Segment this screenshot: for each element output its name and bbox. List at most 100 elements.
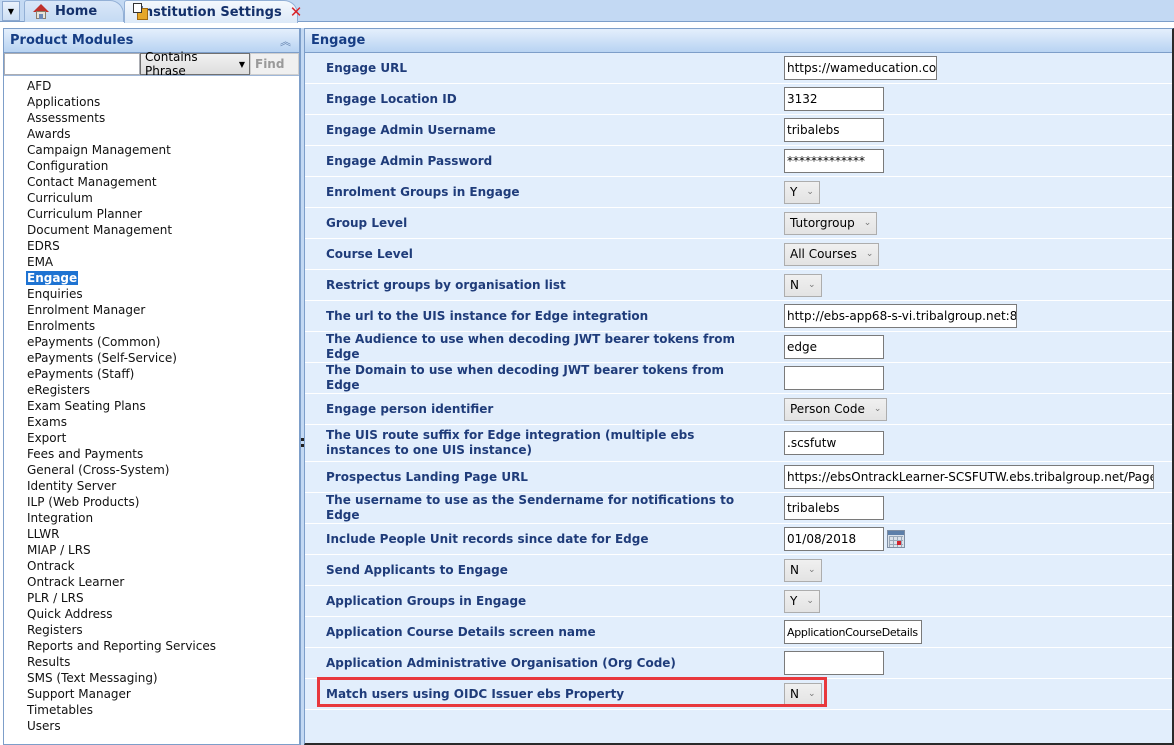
module-item-configuration[interactable]: Configuration <box>4 158 299 174</box>
module-item-integration[interactable]: Integration <box>4 510 299 526</box>
module-item-label: Registers <box>27 623 83 637</box>
module-item-llwr[interactable]: LLWR <box>4 526 299 542</box>
engage-person-identifier-dropdown[interactable]: Person Code ⌄ <box>784 397 888 421</box>
setting-label: Engage Admin Username <box>326 122 496 137</box>
module-item-ema[interactable]: EMA <box>4 254 299 270</box>
module-item-awards[interactable]: Awards <box>4 126 299 142</box>
module-item-applications[interactable]: Applications <box>4 94 299 110</box>
module-item-quick-address[interactable]: Quick Address <box>4 606 299 622</box>
setting-control: https://ebsOntrackLearner-SCSFUTW.ebs.tr… <box>784 465 1154 489</box>
module-item-enrolment-manager[interactable]: Enrolment Manager <box>4 302 299 318</box>
module-item-engage[interactable]: Engage <box>4 270 299 286</box>
module-item-afd[interactable]: AFD <box>4 78 299 94</box>
module-item-campaign-management[interactable]: Campaign Management <box>4 142 299 158</box>
include-people-unit-records-since-date-f-date-field[interactable]: 01/08/2018 <box>784 527 884 551</box>
module-item-timetables[interactable]: Timetables <box>4 702 299 718</box>
module-item-reports-and-reporting-services[interactable]: Reports and Reporting Services <box>4 638 299 654</box>
send-applicants-to-engage-dropdown[interactable]: N ⌄ <box>784 558 822 582</box>
module-item-contact-management[interactable]: Contact Management <box>4 174 299 190</box>
engage-settings-header: Engage <box>305 29 1172 53</box>
enrolment-groups-in-engage-dropdown[interactable]: Y ⌄ <box>784 180 820 204</box>
the-audience-to-use-when-decoding-jwt-be-text-field[interactable]: edge <box>784 335 884 359</box>
dropdown-value: Person Code <box>790 402 865 416</box>
prospectus-landing-page-url-text-field[interactable]: https://ebsOntrackLearner-SCSFUTW.ebs.tr… <box>784 465 1154 489</box>
setting-label: Send Applicants to Engage <box>326 562 508 577</box>
setting-control: N ⌄ <box>784 682 822 706</box>
module-item-export[interactable]: Export <box>4 430 299 446</box>
module-item-enrolments[interactable]: Enrolments <box>4 318 299 334</box>
calendar-icon[interactable] <box>887 530 905 548</box>
setting-label: Engage URL <box>326 60 407 75</box>
module-item-label: ePayments (Self-Service) <box>27 351 177 365</box>
module-item-ilp-web-products[interactable]: ILP (Web Products) <box>4 494 299 510</box>
module-item-label: Engage <box>26 271 79 285</box>
setting-label: The Audience to use when decoding JWT be… <box>326 332 736 361</box>
module-item-users[interactable]: Users <box>4 718 299 734</box>
setting-control: 3132 <box>784 87 884 111</box>
course-level-dropdown[interactable]: All Courses ⌄ <box>784 242 880 266</box>
setting-control: .scsfutw <box>784 431 884 455</box>
collapse-chevrons-icon[interactable]: ︽ <box>280 33 291 49</box>
module-item-exams[interactable]: Exams <box>4 414 299 430</box>
module-item-curriculum-planner[interactable]: Curriculum Planner <box>4 206 299 222</box>
module-item-epayments-self-service[interactable]: ePayments (Self-Service) <box>4 350 299 366</box>
tab-institution-settings[interactable]: Institution Settings ✕ <box>124 0 302 23</box>
module-item-ontrack-learner[interactable]: Ontrack Learner <box>4 574 299 590</box>
module-item-plr-lrs[interactable]: PLR / LRS <box>4 590 299 606</box>
module-search-input[interactable] <box>4 53 140 75</box>
match-mode-select[interactable]: Contains Phrase ▼ <box>140 50 250 78</box>
module-item-exam-seating-plans[interactable]: Exam Seating Plans <box>4 398 299 414</box>
setting-control: N ⌄ <box>784 273 822 297</box>
module-item-identity-server[interactable]: Identity Server <box>4 478 299 494</box>
module-item-registers[interactable]: Registers <box>4 622 299 638</box>
module-item-miap-lrs[interactable]: MIAP / LRS <box>4 542 299 558</box>
setting-control: http://ebs-app68-s-vi.tribalgroup.net:80… <box>784 304 1017 328</box>
chevron-down-icon: ⌄ <box>873 404 882 414</box>
the-uis-route-suffix-for-edge-integratio-text-field[interactable]: .scsfutw <box>784 431 884 455</box>
tab-home[interactable]: Home <box>24 0 124 22</box>
engage-admin-password-password-field[interactable]: ************* <box>784 149 884 173</box>
application-groups-in-engage-dropdown[interactable]: Y ⌄ <box>784 589 820 613</box>
module-item-sms-text-messaging[interactable]: SMS (Text Messaging) <box>4 670 299 686</box>
setting-control: ************* <box>784 149 884 173</box>
section-title: Engage <box>311 33 366 48</box>
restrict-groups-by-organisation-list-dropdown[interactable]: N ⌄ <box>784 273 822 297</box>
module-item-curriculum[interactable]: Curriculum <box>4 190 299 206</box>
chevron-down-icon: ⌄ <box>806 187 814 197</box>
module-item-label: Curriculum Planner <box>27 207 143 221</box>
chevron-down-icon: ⌄ <box>865 249 874 259</box>
module-item-document-management[interactable]: Document Management <box>4 222 299 238</box>
the-domain-to-use-when-decoding-jwt-bear-text-field[interactable] <box>784 366 884 390</box>
module-item-eregisters[interactable]: eRegisters <box>4 382 299 398</box>
the-url-to-the-uis-instance-for-edge-int-text-field[interactable]: http://ebs-app68-s-vi.tribalgroup.net:80… <box>784 304 1017 328</box>
module-item-label: AFD <box>27 79 52 93</box>
group-level-dropdown[interactable]: Tutorgroup ⌄ <box>784 211 878 235</box>
module-item-epayments-staff[interactable]: ePayments (Staff) <box>4 366 299 382</box>
engage-url-text-field[interactable]: https://wameducation.com/ <box>784 56 937 80</box>
module-item-label: ILP (Web Products) <box>27 495 140 509</box>
setting-label: The username to use as the Sendername fo… <box>326 493 735 522</box>
module-item-epayments-common[interactable]: ePayments (Common) <box>4 334 299 350</box>
application-course-details-screen-name-text-field[interactable]: ApplicationCourseDetails <box>784 620 922 644</box>
module-item-ontrack[interactable]: Ontrack <box>4 558 299 574</box>
engage-location-id-text-field[interactable]: 3132 <box>784 87 884 111</box>
module-item-edrs[interactable]: EDRS <box>4 238 299 254</box>
module-item-label: Enrolments <box>27 319 96 333</box>
setting-control: Tutorgroup ⌄ <box>784 211 878 235</box>
setting-row-include-people-unit-records-since-date-f: Include People Unit records since date f… <box>305 524 1172 555</box>
setting-control: edge <box>784 335 884 359</box>
module-item-support-manager[interactable]: Support Manager <box>4 686 299 702</box>
engage-admin-username-text-field[interactable]: tribalebs <box>784 118 884 142</box>
the-username-to-use-as-the-sendername-fo-text-field[interactable]: tribalebs <box>784 496 884 520</box>
find-button[interactable]: Find <box>250 53 299 75</box>
module-item-enquiries[interactable]: Enquiries <box>4 286 299 302</box>
tab-list-menu-button[interactable]: ▼ <box>2 1 20 21</box>
match-users-using-oidc-issuer-ebs-proper-dropdown[interactable]: N ⌄ <box>784 682 822 706</box>
panel-title: Product Modules <box>10 33 134 48</box>
module-item-fees-and-payments[interactable]: Fees and Payments <box>4 446 299 462</box>
module-item-assessments[interactable]: Assessments <box>4 110 299 126</box>
application-administrative-organisation--text-field[interactable] <box>784 651 884 675</box>
close-icon[interactable]: ✕ <box>290 4 303 20</box>
module-item-general-cross-system[interactable]: General (Cross-System) <box>4 462 299 478</box>
module-item-results[interactable]: Results <box>4 654 299 670</box>
